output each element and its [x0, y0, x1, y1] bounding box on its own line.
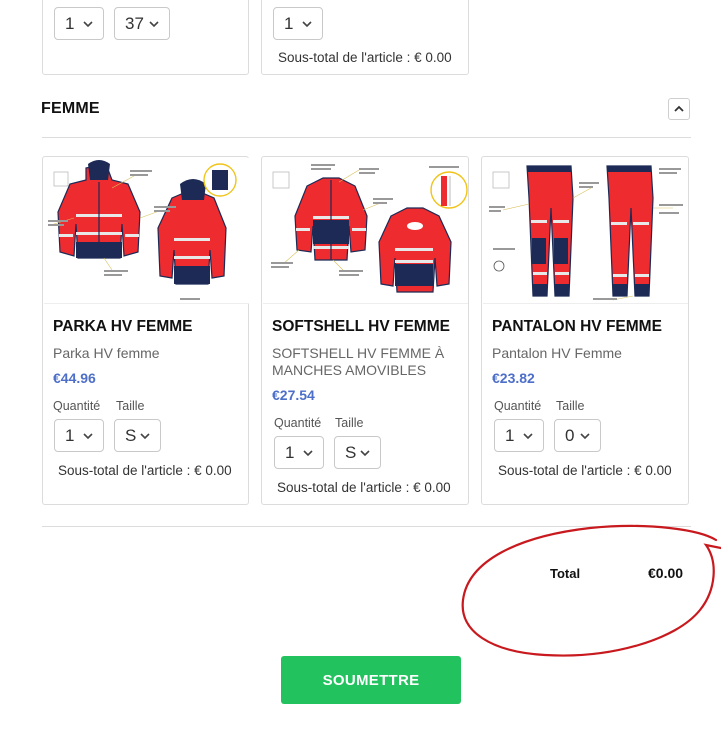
item-subtotal: Sous-total de l'article : € 0.00 — [278, 50, 452, 65]
product-card-parka: PARKA HV FEMME Parka HV femme €44.96 Qua… — [42, 156, 249, 505]
product-title: PARKA HV FEMME — [53, 318, 193, 335]
quantity-select[interactable]: 1 — [274, 436, 324, 469]
submit-button[interactable]: SOUMETTRE — [281, 656, 461, 704]
total-label: Total — [550, 566, 581, 581]
product-card-softshell: SOFTSHELL HV FEMME SOFTSHELL HV FEMME À … — [261, 156, 469, 505]
quantity-select[interactable]: 1 — [54, 7, 104, 40]
divider — [42, 137, 691, 138]
product-image[interactable] — [44, 158, 249, 304]
total-value: €0.00 — [648, 565, 684, 581]
item-subtotal: Sous-total de l'article : € 0.00 — [277, 480, 451, 495]
size-select[interactable]: S — [334, 436, 381, 469]
collapse-button[interactable] — [668, 98, 690, 120]
quantity-label: Quantité — [274, 416, 322, 430]
size-select[interactable]: 0 — [554, 419, 601, 452]
product-title: PANTALON HV FEMME — [492, 318, 662, 335]
chevron-down-icon — [83, 21, 93, 28]
trousers-illustration — [489, 165, 683, 301]
quantity-label: Quantité — [494, 399, 542, 413]
product-card-top-2: 1 Sous-total de l'article : € 0.00 — [261, 0, 469, 75]
product-image[interactable] — [263, 158, 468, 304]
section-title: FEMME — [41, 100, 100, 117]
product-title: SOFTSHELL HV FEMME — [272, 318, 450, 335]
item-subtotal: Sous-total de l'article : € 0.00 — [498, 463, 672, 478]
chevron-down-icon — [360, 450, 370, 457]
chevron-down-icon — [149, 21, 159, 28]
divider — [42, 526, 691, 527]
product-price: €23.82 — [492, 370, 535, 386]
quantity-select[interactable]: 1 — [494, 419, 544, 452]
size-select[interactable]: S — [114, 419, 161, 452]
product-description: Parka HV femme — [53, 345, 160, 361]
chevron-down-icon — [83, 433, 93, 440]
chevron-down-icon — [140, 433, 150, 440]
size-label: Taille — [556, 399, 585, 413]
product-description: Pantalon HV Femme — [492, 345, 622, 361]
product-description: SOFTSHELL HV FEMME À MANCHES AMOVIBLES — [272, 345, 445, 378]
softshell-illustration — [271, 164, 468, 293]
product-image[interactable] — [483, 158, 688, 304]
size-select[interactable]: 37 — [114, 7, 170, 40]
product-card-top-1: 1 37 — [42, 0, 249, 75]
parka-illustration — [48, 160, 237, 300]
chevron-down-icon — [303, 450, 313, 457]
size-label: Taille — [335, 416, 364, 430]
product-price: €44.96 — [53, 370, 96, 386]
chevron-up-icon — [674, 105, 684, 112]
item-subtotal: Sous-total de l'article : € 0.00 — [58, 463, 232, 478]
quantity-select[interactable]: 1 — [273, 7, 323, 40]
product-price: €27.54 — [272, 387, 315, 403]
chevron-down-icon — [523, 433, 533, 440]
quantity-label: Quantité — [53, 399, 101, 413]
size-label: Taille — [116, 399, 145, 413]
product-card-pantalon: PANTALON HV FEMME Pantalon HV Femme €23.… — [481, 156, 689, 505]
chevron-down-icon — [580, 433, 590, 440]
chevron-down-icon — [302, 21, 312, 28]
quantity-select[interactable]: 1 — [54, 419, 104, 452]
